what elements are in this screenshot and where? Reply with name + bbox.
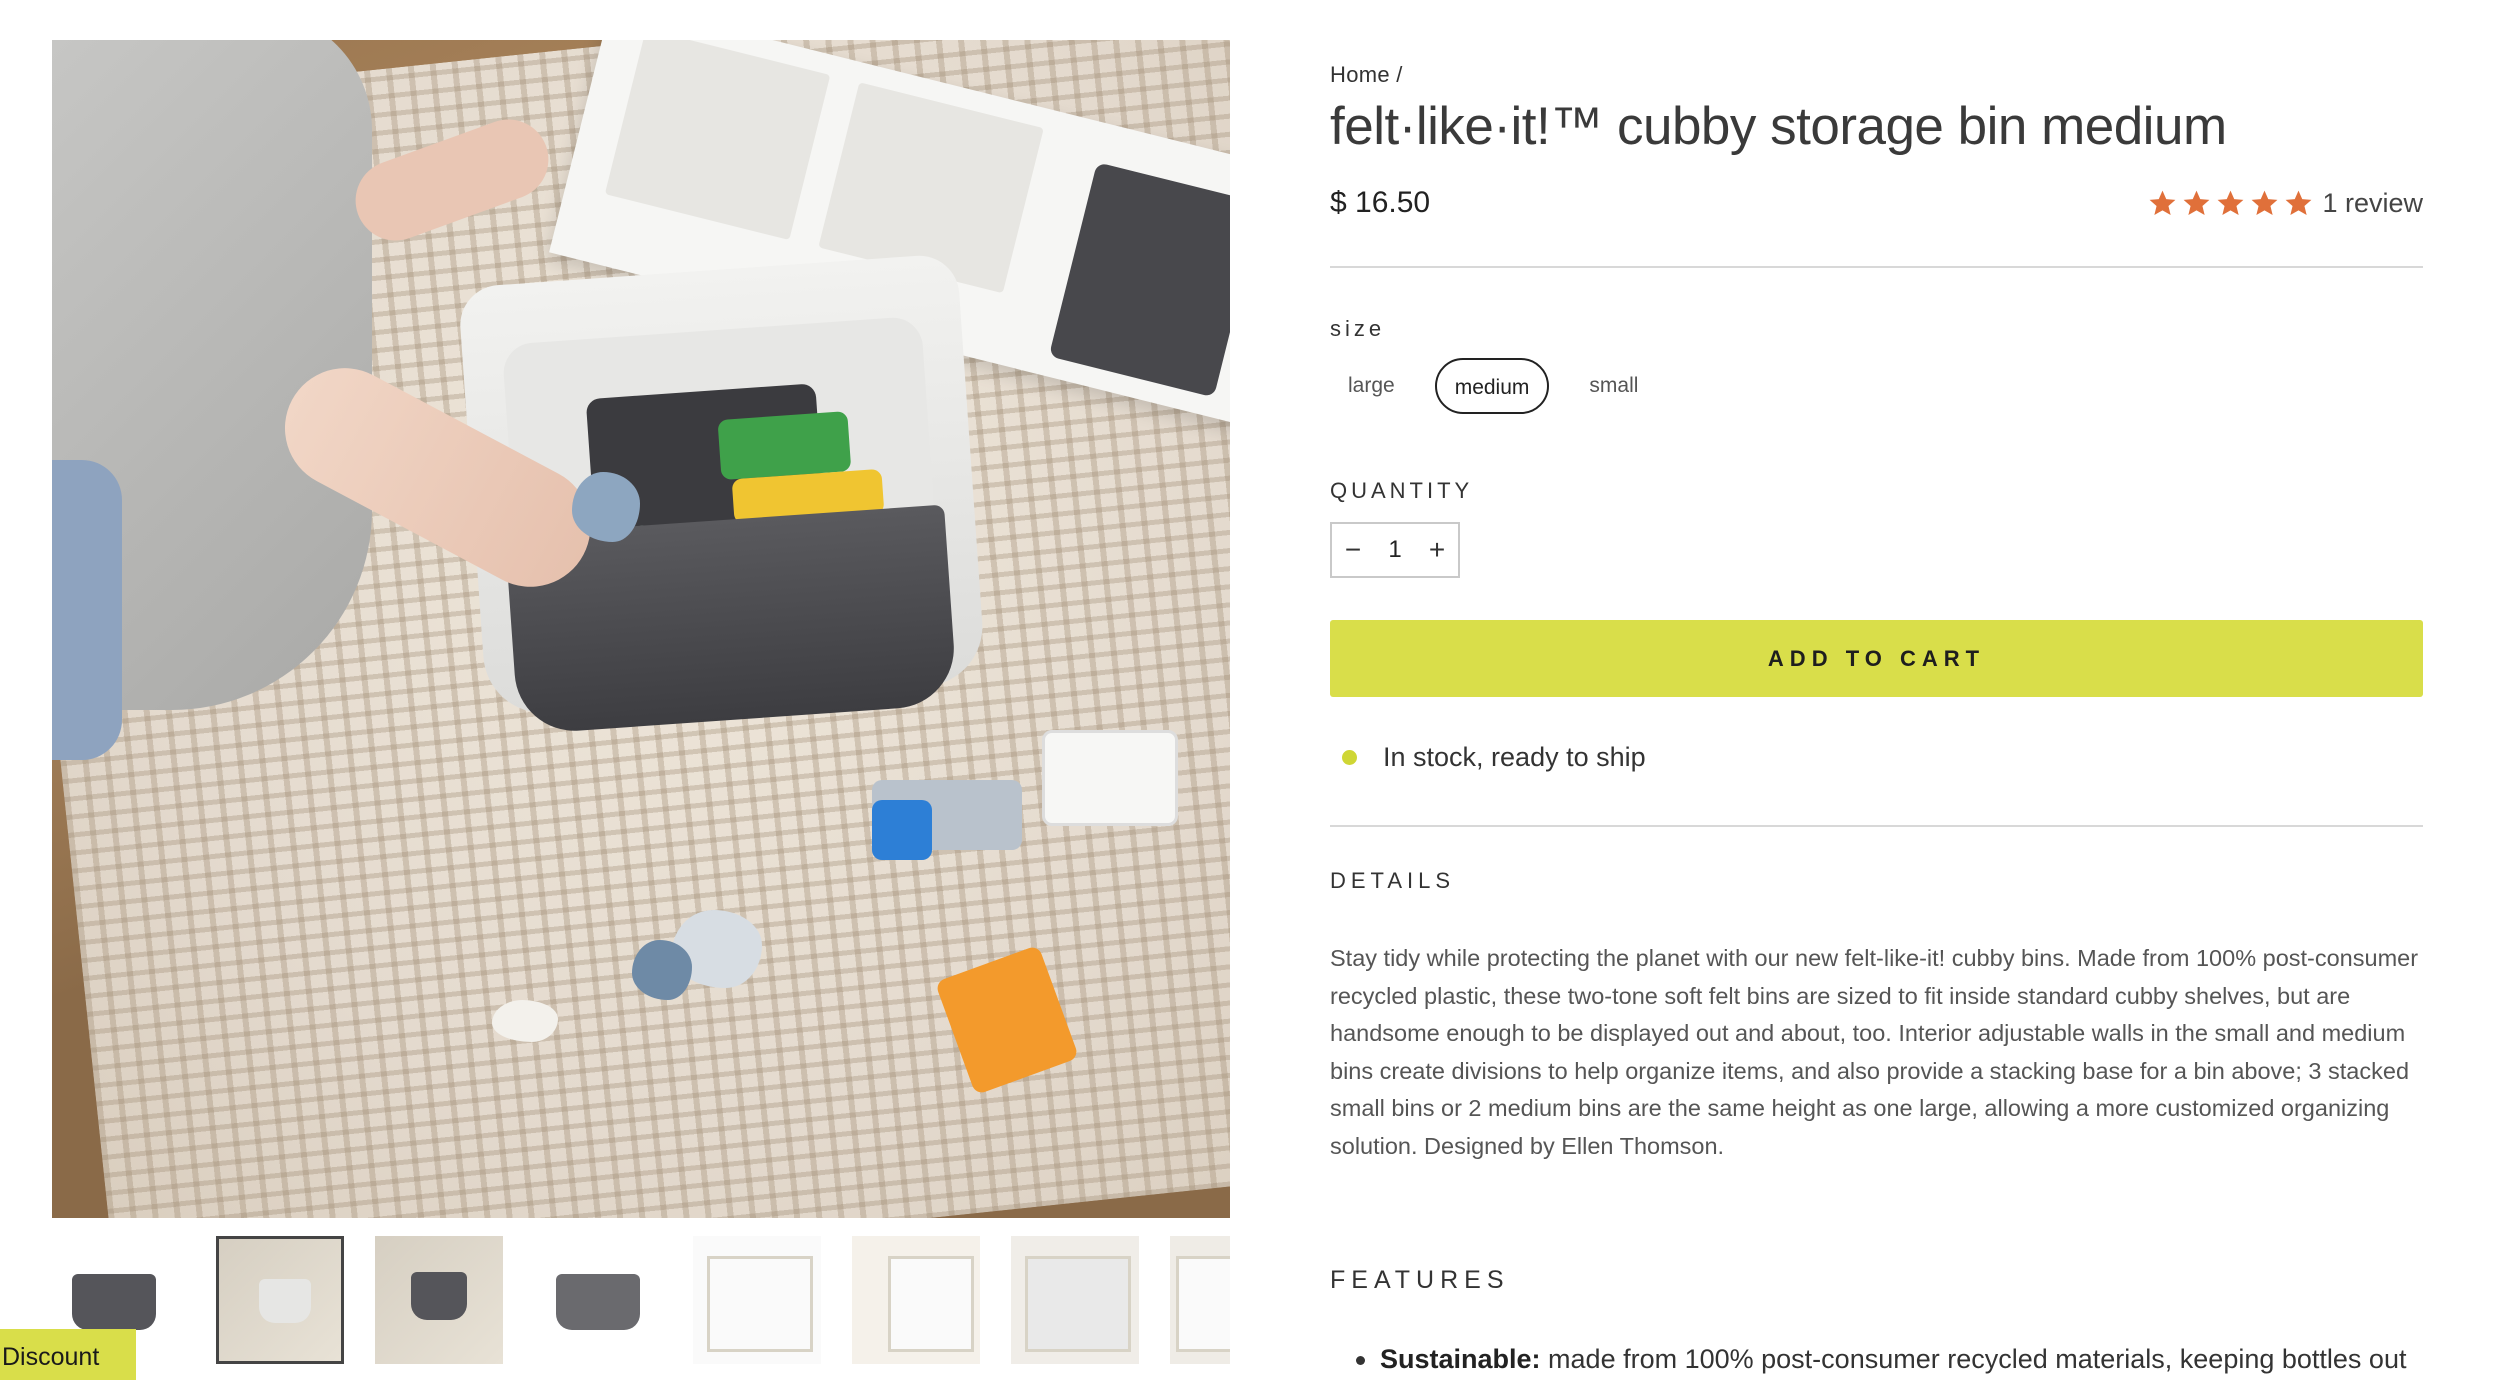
thumbnail-shelf: [888, 1256, 974, 1352]
add-to-cart-button[interactable]: ADD TO CART: [1330, 620, 2423, 697]
feature-item: Sustainable: made from 100% post-consume…: [1330, 1340, 2473, 1378]
stock-dot-icon: [1342, 750, 1357, 765]
thumbnail-bin: [259, 1279, 311, 1323]
photo-rock: [632, 940, 692, 1000]
photo-rock-held: [572, 472, 640, 542]
photo-cubby: [604, 40, 831, 240]
size-option-medium[interactable]: medium: [1434, 358, 1550, 414]
details-body: Stay tidy while protecting the planet wi…: [1330, 945, 2419, 1159]
feature-item-title: Sustainable:: [1380, 1344, 1541, 1374]
quantity-increase-button[interactable]: +: [1416, 524, 1458, 576]
product-title: felt·like·it!™ cubby storage bin medium: [1330, 97, 2227, 156]
stock-text: In stock, ready to ship: [1383, 742, 1646, 772]
photo-toy-green: [717, 411, 852, 481]
photo-trailer: [1042, 730, 1178, 826]
star-icon: [2286, 190, 2312, 215]
review-count-link[interactable]: 1 review: [2322, 188, 2423, 219]
quantity-label: QUANTITY: [1330, 478, 1474, 503]
photo-jeans: [52, 460, 122, 760]
star-icon: [2150, 190, 2176, 215]
features-heading: FEATURES: [1330, 1266, 1510, 1294]
quantity-decrease-button[interactable]: −: [1332, 524, 1374, 576]
thumbnail-5[interactable]: [693, 1236, 821, 1364]
star-rating: [2144, 188, 2314, 219]
photo-felt-bin: [1048, 162, 1230, 398]
thumbnail-shelf: [1025, 1256, 1131, 1352]
photo-truck-cab: [872, 800, 932, 860]
discount-tab[interactable]: Discount: [0, 1329, 136, 1380]
thumbnail-6[interactable]: [852, 1236, 980, 1364]
thumbnail-bin: [72, 1274, 156, 1330]
thumbnail-bin: [556, 1274, 640, 1330]
bullet-icon: [1356, 1356, 1365, 1365]
thumbnail-shelf: [707, 1256, 813, 1352]
thumbnail-shelf: [1176, 1256, 1230, 1352]
star-icon: [2252, 190, 2278, 215]
details-heading: DETAILS: [1330, 868, 1456, 893]
divider: [1330, 825, 2423, 827]
thumbnail-4[interactable]: [534, 1236, 662, 1364]
star-icon: [2184, 190, 2210, 215]
size-selector: large medium small: [1330, 358, 2423, 414]
breadcrumb-home-link[interactable]: Home /: [1330, 62, 1403, 87]
feature-item-text: made from 100% post-consumer recycled ma…: [1540, 1344, 2407, 1374]
size-option-large[interactable]: large: [1330, 358, 1413, 414]
thumbnail-2[interactable]: [216, 1236, 344, 1364]
photo-rock: [492, 1000, 558, 1042]
stock-status: In stock, ready to ship: [1330, 742, 2423, 773]
thumbnail-8[interactable]: [1170, 1236, 1230, 1364]
thumbnail-bin: [411, 1272, 467, 1320]
quantity-stepper: − 1 +: [1330, 522, 1460, 578]
star-icon: [2218, 190, 2244, 215]
product-main-image[interactable]: [52, 40, 1230, 1218]
quantity-input[interactable]: 1: [1374, 536, 1416, 564]
size-option-small[interactable]: small: [1571, 358, 1656, 414]
thumbnail-3[interactable]: [375, 1236, 503, 1364]
product-price: $ 16.50: [1330, 186, 1431, 219]
thumbnail-strip: [52, 1236, 1230, 1372]
breadcrumb: Home /: [1330, 62, 2423, 88]
divider: [1330, 266, 2423, 268]
thumbnail-7[interactable]: [1011, 1236, 1139, 1364]
review-summary[interactable]: 1 review: [2144, 188, 2423, 219]
size-label: size: [1330, 316, 1386, 341]
price-row: $ 16.50 1 review: [1330, 186, 2423, 226]
